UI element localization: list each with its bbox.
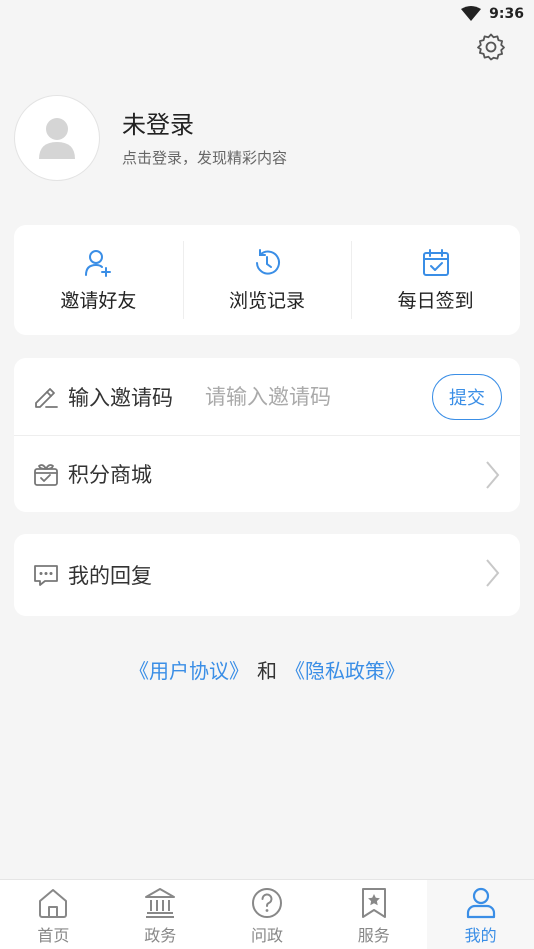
- tab-home[interactable]: 首页: [0, 880, 107, 949]
- chat-bubble-icon: [34, 565, 58, 586]
- tab-government[interactable]: 政务: [107, 880, 214, 949]
- status-bar: 9:36: [0, 0, 534, 28]
- tab-inquiry[interactable]: 问政: [214, 880, 321, 949]
- home-icon: [39, 888, 68, 918]
- agreements: 《用户协议》和《隐私政策》: [0, 655, 534, 684]
- calendar-check-icon: [422, 248, 449, 276]
- question-circle-icon: [251, 887, 282, 918]
- tab-label: 首页: [37, 925, 70, 945]
- daily-checkin-button[interactable]: 每日签到: [351, 225, 520, 335]
- tab-services[interactable]: 服务: [320, 880, 427, 949]
- profile-section[interactable]: 未登录 点击登录，发现精彩内容: [14, 95, 287, 181]
- invite-code-row: 输入邀请码 提交: [14, 358, 520, 435]
- login-hint: 点击登录，发现精彩内容: [122, 148, 288, 167]
- points-mall-label: 积分商城: [68, 463, 152, 487]
- tab-label: 政务: [144, 925, 177, 945]
- gear-icon: [477, 33, 505, 61]
- history-icon: [256, 248, 280, 275]
- wifi-icon: [461, 6, 482, 21]
- invite-friends-button[interactable]: 邀请好友: [14, 225, 183, 335]
- invite-code-input[interactable]: [205, 384, 395, 409]
- default-user-icon: [39, 118, 75, 159]
- login-status[interactable]: 未登录: [122, 109, 287, 141]
- gift-box-icon: [34, 464, 58, 486]
- avatar[interactable]: [14, 95, 100, 181]
- status-time: 9:36: [489, 6, 524, 22]
- bookmark-star-icon: [361, 887, 386, 918]
- agreements-and: 和: [257, 659, 277, 683]
- my-replies-row[interactable]: 我的回复: [14, 534, 520, 616]
- government-building-icon: [145, 887, 176, 918]
- points-mall-row[interactable]: 积分商城: [14, 435, 520, 512]
- quick-action-label: 每日签到: [397, 289, 474, 312]
- quick-action-label: 浏览记录: [229, 289, 306, 312]
- submit-button[interactable]: 提交: [432, 374, 502, 420]
- user-agreement-link[interactable]: 《用户协议》: [129, 659, 249, 683]
- quick-action-label: 邀请好友: [60, 289, 137, 312]
- replies-card: 我的回复: [14, 534, 520, 616]
- user-icon: [466, 887, 495, 918]
- browse-history-button[interactable]: 浏览记录: [182, 225, 352, 335]
- tab-label: 我的: [464, 925, 497, 945]
- bottom-tab-bar: 首页 政务 问政 服务 我的: [0, 879, 534, 949]
- my-replies-label: 我的回复: [68, 564, 152, 588]
- chevron-right-icon: [486, 461, 500, 489]
- privacy-policy-link[interactable]: 《隐私政策》: [285, 659, 405, 683]
- tab-label: 服务: [357, 925, 390, 945]
- menu-card: 输入邀请码 提交 积分商城: [14, 358, 520, 512]
- tab-label: 问政: [250, 925, 283, 945]
- invite-code-label: 输入邀请码: [68, 385, 173, 410]
- chevron-right-icon: [486, 559, 500, 587]
- settings-button[interactable]: [476, 32, 506, 62]
- add-user-icon: [85, 249, 112, 277]
- pencil-icon: [35, 387, 58, 408]
- tab-me[interactable]: 我的: [427, 880, 534, 949]
- quick-actions-card: 邀请好友 浏览记录 每日签到: [14, 225, 520, 335]
